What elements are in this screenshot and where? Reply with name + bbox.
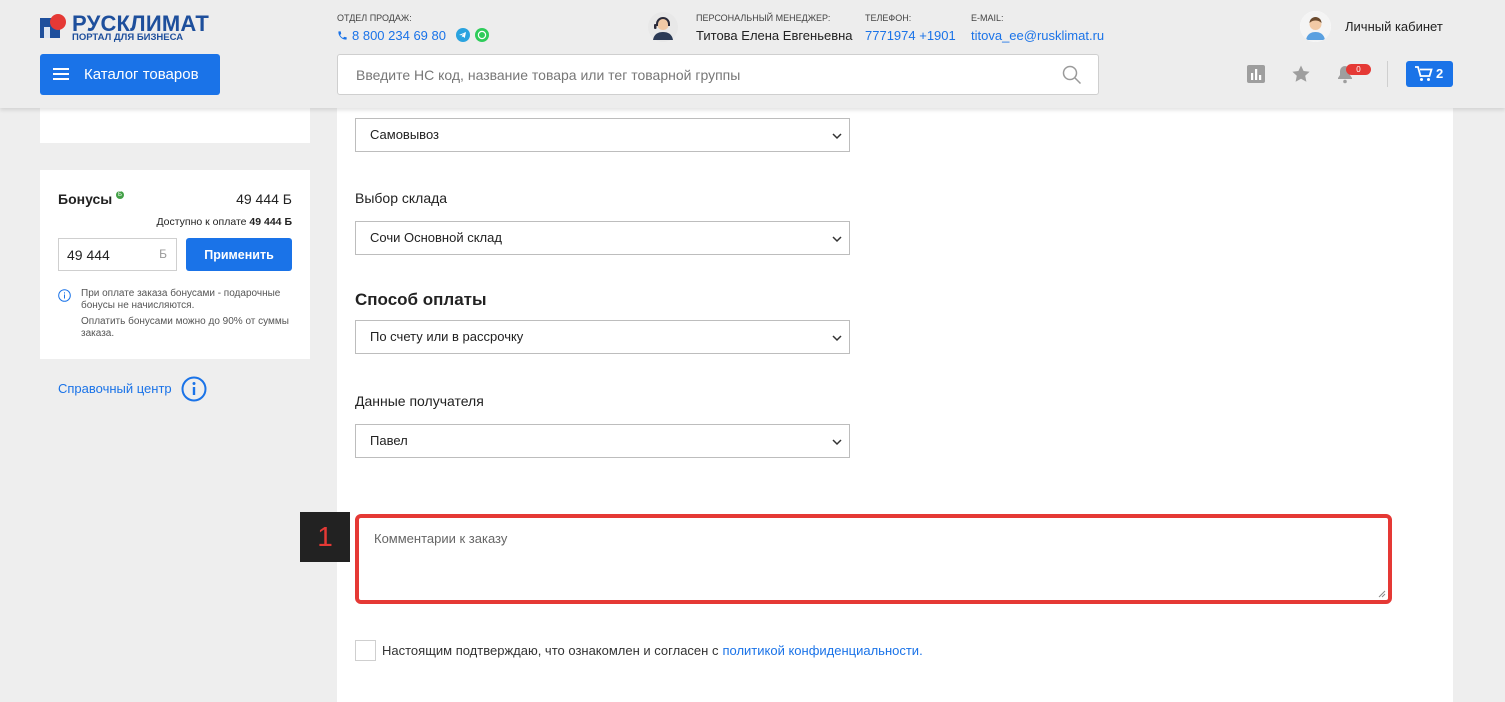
sidebar-summary-card	[40, 108, 310, 143]
manager-email: E-MAIL: titova_ee@rusklimat.ru	[971, 13, 1104, 43]
telegram-icon[interactable]	[456, 28, 470, 42]
search-icon[interactable]	[1062, 65, 1082, 85]
user-avatar-icon	[1300, 11, 1331, 42]
manager-phone-link[interactable]: 7771974 +1901	[865, 28, 956, 43]
whatsapp-icon[interactable]	[475, 28, 489, 42]
bonus-card: Бонусы Б 49 444 Б Доступно к оплате 49 4…	[40, 170, 310, 359]
bonus-note-limit: Оплатить бонусами можно до 90% от суммы …	[81, 316, 289, 339]
search-input[interactable]	[338, 55, 1058, 94]
chevron-down-icon	[832, 236, 842, 243]
manager-email-link[interactable]: titova_ee@rusklimat.ru	[971, 28, 1104, 43]
manager-name: Титова Елена Евгеньевна	[696, 28, 853, 43]
rusklimat-logo[interactable]: РУСКЛИМАТ ПОРТАЛ ДЛЯ БИЗНЕСА	[40, 11, 230, 43]
header-divider	[1387, 61, 1388, 87]
bonus-amount-field: Б	[58, 238, 177, 271]
personal-cabinet-link[interactable]: Личный кабинет	[1300, 11, 1443, 42]
cart-button[interactable]: 2	[1406, 61, 1453, 87]
sales-label: ОТДЕЛ ПРОДАЖ:	[337, 13, 412, 23]
sales-phone-number: 8 800 234 69 80	[352, 28, 446, 43]
sales-department: ОТДЕЛ ПРОДАЖ: 8 800 234 69 80	[337, 13, 489, 43]
privacy-consent-checkbox[interactable]	[355, 640, 376, 661]
help-center-link[interactable]: Справочный центр	[58, 381, 172, 396]
payment-method-select[interactable]: По счету или в рассрочку	[355, 320, 850, 354]
warehouse-value: Сочи Основной склад	[370, 230, 502, 245]
search-bar	[337, 54, 1099, 95]
compare-chart-icon[interactable]	[1246, 64, 1266, 84]
payment-method-title: Способ оплаты	[355, 290, 487, 309]
email-label: E-MAIL:	[971, 13, 1004, 23]
consent-text: Настоящим подтверждаю, что ознакомлен и …	[382, 643, 719, 658]
apply-bonus-button[interactable]: Применить	[186, 238, 292, 271]
recipient-select[interactable]: Павел	[355, 424, 850, 458]
chevron-down-icon	[832, 439, 842, 446]
bonus-available-value: 49 444 Б	[249, 216, 292, 228]
help-info-icon[interactable]	[181, 376, 207, 402]
sales-phone-link[interactable]: 8 800 234 69 80	[337, 28, 446, 43]
bonus-note-no-gift: При оплате заказа бонусами - подарочные …	[81, 288, 281, 311]
chevron-down-icon	[832, 133, 842, 140]
cart-icon	[1415, 66, 1433, 81]
phone-icon	[338, 31, 347, 40]
info-icon	[58, 289, 71, 302]
logo-subtitle: ПОРТАЛ ДЛЯ БИЗНЕСА	[72, 32, 184, 43]
recipient-label: Данные получателя	[355, 393, 484, 409]
favorites-star-icon[interactable]	[1291, 64, 1311, 84]
cart-count: 2	[1436, 66, 1444, 81]
bonus-input-unit: Б	[159, 247, 167, 261]
bonus-amount: 49 444 Б	[236, 191, 292, 207]
manager-avatar-icon	[648, 12, 678, 42]
logo-mark-icon	[40, 14, 66, 38]
delivery-method-value: Самовывоз	[370, 127, 439, 142]
catalog-button-label: Каталог товаров	[84, 66, 199, 83]
checkout-form-panel: Самовывоз Выбор склада Сочи Основной скл…	[337, 108, 1453, 702]
warehouse-label: Выбор склада	[355, 190, 448, 206]
cabinet-label: Личный кабинет	[1345, 19, 1443, 34]
order-comment-highlight	[355, 514, 1392, 604]
privacy-policy-link[interactable]: политикой конфиденциальности.	[722, 643, 922, 658]
recipient-value: Павел	[370, 433, 408, 448]
top-header: РУСКЛИМАТ ПОРТАЛ ДЛЯ БИЗНЕСА Каталог тов…	[0, 0, 1505, 108]
delivery-method-select[interactable]: Самовывоз	[355, 118, 850, 152]
resize-handle-icon[interactable]	[1378, 590, 1386, 598]
menu-icon	[53, 68, 69, 80]
chevron-down-icon	[832, 335, 842, 342]
bonus-coin-icon: Б	[116, 191, 124, 199]
bonus-amount-input[interactable]	[59, 239, 149, 270]
notifications-badge: 0	[1346, 64, 1371, 75]
privacy-consent: Настоящим подтверждаю, что ознакомлен и …	[355, 640, 923, 661]
warehouse-select[interactable]: Сочи Основной склад	[355, 221, 850, 255]
bonus-available: Доступно к оплате 49 444 Б	[156, 216, 292, 228]
order-comment-textarea[interactable]	[359, 518, 1388, 600]
bonus-available-label: Доступно к оплате	[156, 216, 247, 228]
bonus-title: Бонусы	[58, 191, 113, 207]
payment-method-value: По счету или в рассрочку	[370, 329, 524, 344]
catalog-button[interactable]: Каталог товаров	[40, 54, 220, 95]
personal-manager: ПЕРСОНАЛЬНЫЙ МЕНЕДЖЕР: Титова Елена Евге…	[696, 13, 853, 43]
manager-label: ПЕРСОНАЛЬНЫЙ МЕНЕДЖЕР:	[696, 13, 831, 23]
manager-phone: ТЕЛЕФОН: 7771974 +1901	[865, 13, 956, 43]
step-number-badge: 1	[300, 512, 350, 562]
phone-label: ТЕЛЕФОН:	[865, 13, 912, 23]
